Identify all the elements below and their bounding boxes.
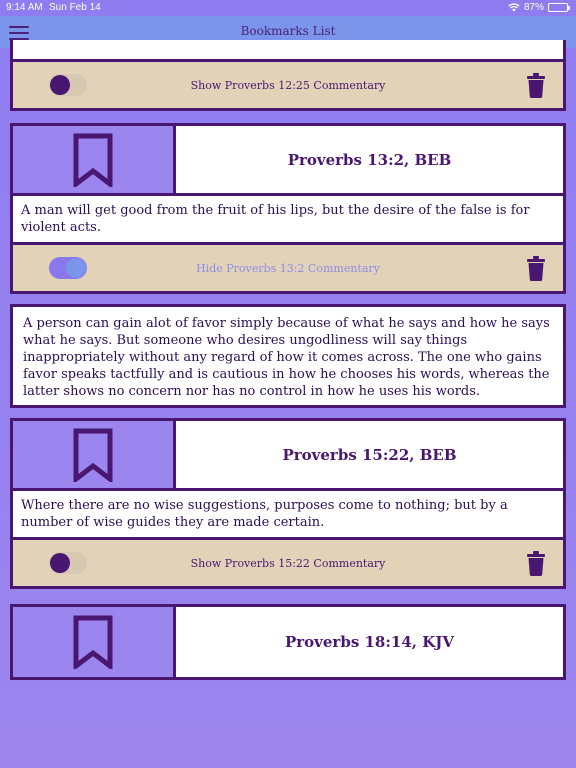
commentary-toggle-label: Show Proverbs 12:25 Commentary bbox=[190, 78, 386, 92]
verse-text-partial bbox=[13, 40, 563, 62]
card-header: Proverbs 13:2, BEB bbox=[13, 126, 563, 196]
battery-percent: 87% bbox=[523, 2, 544, 13]
commentary-bar: Show Proverbs 15:22 Commentary bbox=[13, 540, 563, 586]
commentary-bar: Show Proverbs 12:25 Commentary bbox=[13, 62, 563, 108]
wifi-icon bbox=[508, 3, 520, 12]
commentary-toggle[interactable] bbox=[49, 257, 87, 279]
commentary-text: A person can gain alot of favor simply b… bbox=[10, 304, 566, 408]
trash-icon[interactable] bbox=[525, 73, 547, 98]
commentary-bar: Hide Proverbs 13:2 Commentary bbox=[13, 245, 563, 291]
verse-reference: Proverbs 18:14, KJV bbox=[284, 633, 454, 651]
bookmark-cell[interactable] bbox=[13, 421, 176, 488]
verse-text: A man will get good from the fruit of hi… bbox=[13, 196, 563, 245]
battery-icon bbox=[548, 3, 570, 12]
bookmark-card: Proverbs 18:14, KJV bbox=[10, 604, 566, 680]
commentary-toggle-label: Hide Proverbs 13:2 Commentary bbox=[196, 261, 380, 275]
commentary-toggle[interactable] bbox=[49, 552, 87, 574]
bookmark-icon bbox=[73, 133, 113, 187]
commentary-toggle-label: Show Proverbs 15:22 Commentary bbox=[190, 556, 386, 570]
bookmark-icon bbox=[73, 615, 113, 669]
verse-text: Where there are no wise suggestions, pur… bbox=[13, 491, 563, 540]
status-time: 9:14 AM bbox=[6, 2, 43, 13]
bookmark-icon bbox=[73, 428, 113, 482]
status-date: Sun Feb 14 bbox=[49, 2, 101, 13]
status-bar: 9:14 AM Sun Feb 14 87% bbox=[0, 0, 576, 16]
trash-icon[interactable] bbox=[525, 551, 547, 576]
trash-icon[interactable] bbox=[525, 256, 547, 281]
bookmark-cell[interactable] bbox=[13, 607, 176, 677]
card-header: Proverbs 15:22, BEB bbox=[13, 421, 563, 491]
bookmark-card: Proverbs 15:22, BEB Where there are no w… bbox=[10, 418, 566, 589]
commentary-toggle[interactable] bbox=[49, 74, 87, 96]
status-right: 87% bbox=[508, 2, 570, 13]
card-header: Proverbs 18:14, KJV bbox=[13, 607, 563, 677]
bookmark-card: Proverbs 13:2, BEB A man will get good f… bbox=[10, 123, 566, 294]
bookmark-card: Show Proverbs 12:25 Commentary bbox=[10, 40, 566, 111]
page-title: Bookmarks List bbox=[240, 24, 336, 38]
bookmark-cell[interactable] bbox=[13, 126, 176, 193]
verse-reference: Proverbs 13:2, BEB bbox=[287, 150, 452, 169]
verse-reference: Proverbs 15:22, BEB bbox=[282, 445, 457, 464]
